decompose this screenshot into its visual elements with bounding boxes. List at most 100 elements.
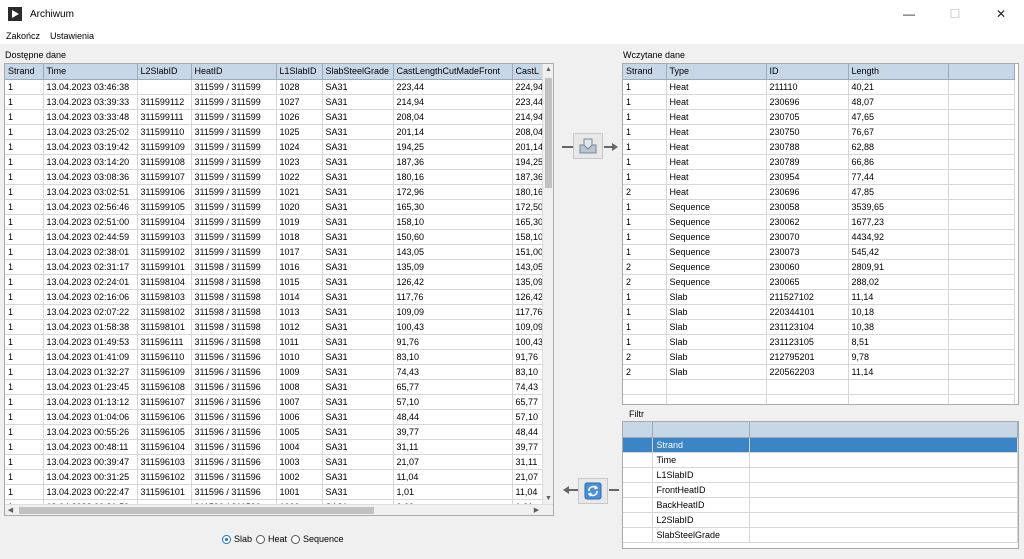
table-row[interactable]: 1 Heat 230789 66,86 (623, 154, 1015, 170)
table-row[interactable]: 1 13.04.2023 01:58:38 311598101 311598 / 31… (5, 319, 548, 335)
table-row[interactable]: 2 Slab 212795201 9,78 (623, 349, 1015, 365)
table-row[interactable]: 1 13.04.2023 02:51:00 311599104 311599 / 31… (5, 214, 548, 230)
table-row[interactable]: 1 Sequence 230073 545,42 (623, 244, 1015, 260)
hscroll-thumb[interactable] (19, 507, 374, 514)
filter-row[interactable]: Time (623, 452, 1018, 468)
filter-row[interactable]: FrontHeatID (623, 482, 1018, 498)
table-row[interactable]: 1 Heat 230788 62,88 (623, 139, 1015, 155)
table-row[interactable]: 1 13.04.2023 01:23:45 311596108 311596 / 31… (5, 379, 548, 395)
radio-circle-icon[interactable] (291, 534, 301, 544)
radio-circle-icon[interactable] (222, 534, 231, 544)
table-row[interactable] (623, 379, 1015, 395)
loaded-col-header[interactable]: Strand (623, 64, 667, 80)
scroll-left-icon[interactable]: ◀ (5, 505, 16, 515)
available-col-header[interactable]: HeatID (191, 64, 277, 80)
table-row[interactable]: 1 13.04.2023 02:38:01 311599102 311599 / 31… (5, 244, 548, 260)
table-row[interactable]: 1 13.04.2023 03:46:38 311599 / 311599 1028 S… (5, 79, 548, 95)
table-row[interactable]: 2 Heat 230696 47,85 (623, 184, 1015, 200)
table-row[interactable]: 1 13.04.2023 00:31:25 311596102 311596 / 31… (5, 469, 548, 485)
filter-field-value[interactable] (749, 482, 1018, 498)
table-row[interactable]: 1 Sequence 230062 1677,23 (623, 214, 1015, 230)
table-row[interactable]: 1 13.04.2023 01:49:53 311596111 311596 / 31… (5, 334, 548, 350)
available-data-hscroll[interactable]: ◀ ▶ (5, 504, 553, 515)
table-row[interactable]: 1 Slab 211527102 11,14 (623, 289, 1015, 305)
table-row[interactable]: 1 13.04.2023 02:16:06 311598103 311598 / 31… (5, 289, 548, 305)
table-row[interactable]: 1 13.04.2023 03:14:20 311599108 311599 / 31… (5, 154, 548, 170)
filter-field-value[interactable] (749, 512, 1018, 528)
table-row[interactable]: 1 Sequence 230070 4434,92 (623, 229, 1015, 245)
menu-item-zakoncz[interactable]: Zakończ (2, 31, 44, 41)
table-row[interactable]: 1 13.04.2023 02:07:22 311598102 311598 / 31… (5, 304, 548, 320)
table-row[interactable]: 1 13.04.2023 03:33:48 311599111 311599 / 31… (5, 109, 548, 125)
table-row[interactable]: 2 Sequence 230060 2809,91 (623, 259, 1015, 275)
filter-row[interactable]: L2SlabID (623, 512, 1018, 528)
available-data-vscroll[interactable]: ▲ ▼ (542, 64, 553, 515)
menu-item-ustawienia[interactable]: Ustawienia (46, 31, 98, 41)
filter-row[interactable]: BackHeatID (623, 497, 1018, 513)
table-row[interactable]: 1 13.04.2023 00:39:47 311596103 311596 / 31… (5, 454, 548, 470)
table-row[interactable]: 1 13.04.2023 01:04:06 311596106 311596 / 31… (5, 409, 548, 425)
table-row[interactable]: 1 13.04.2023 03:08:36 311599107 311599 / 31… (5, 169, 548, 185)
table-row[interactable]: 1 13.04.2023 03:02:51 311599106 311599 / 31… (5, 184, 548, 200)
filter-row[interactable]: L1SlabID (623, 467, 1018, 483)
available-col-header[interactable]: SlabSteelGrade (322, 64, 394, 80)
table-row[interactable]: 1 Slab 231123104 10,38 (623, 319, 1015, 335)
table-row[interactable]: 1 Slab 231123105 8,51 (623, 334, 1015, 350)
available-col-header[interactable]: L2SlabID (137, 64, 192, 80)
available-col-header[interactable]: Time (43, 64, 138, 80)
filter-grid[interactable]: Strand Time L1SlabID FrontHeatID BackHeatID L… (622, 421, 1019, 549)
filter-field-value[interactable] (749, 467, 1018, 483)
available-data-grid[interactable]: Strand Time L2SlabID HeatID L1SlabID SlabStee… (4, 63, 554, 516)
table-row[interactable]: 1 13.04.2023 02:24:01 311598104 311598 / 31… (5, 274, 548, 290)
filter-row[interactable]: SlabSteelGrade (623, 527, 1018, 543)
table-row[interactable]: 1 13.04.2023 03:39:33 311599112 311599 / 31… (5, 94, 548, 110)
table-row[interactable]: 1 13.04.2023 01:41:09 311596110 311596 / 31… (5, 349, 548, 365)
table-row[interactable]: 1 Slab 220344101 10,18 (623, 304, 1015, 320)
loaded-data-grid[interactable]: Strand Type ID Length 1 Heat 211110 40,21 1 Heat… (622, 63, 1019, 405)
table-row[interactable]: 1 Heat 230954 77,44 (623, 169, 1015, 185)
table-row[interactable]: 1 Heat 230705 47,65 (623, 109, 1015, 125)
filter-field-value[interactable] (749, 527, 1018, 543)
minimize-button[interactable]: — (886, 0, 932, 28)
radio-circle-icon[interactable] (256, 534, 266, 544)
table-row[interactable]: 1 13.04.2023 02:31:17 311599101 311598 / 31… (5, 259, 548, 275)
maximize-button[interactable]: ☐ (932, 0, 978, 28)
table-row[interactable]: 2 Slab 220562203 11,14 (623, 364, 1015, 380)
refresh-button[interactable] (578, 478, 608, 504)
loaded-col-header[interactable]: ID (766, 64, 849, 80)
filter-row[interactable]: Strand (623, 437, 1018, 453)
table-row[interactable]: 1 Sequence 230058 3539,65 (623, 199, 1015, 215)
scroll-down-icon[interactable]: ▼ (543, 493, 553, 504)
loaded-col-header[interactable]: Type (666, 64, 767, 80)
table-row[interactable]: 1 13.04.2023 00:48:11 311596104 311596 / 31… (5, 439, 548, 455)
table-row[interactable]: 1 Heat 211110 40,21 (623, 79, 1015, 95)
table-row[interactable]: 1 13.04.2023 01:13:12 311596107 311596 / 31… (5, 394, 548, 410)
vscroll-thumb[interactable] (545, 78, 552, 188)
load-button[interactable] (573, 133, 603, 159)
table-row[interactable]: 1 13.04.2023 00:22:47 311596101 311596 / 31… (5, 484, 548, 500)
scroll-up-icon[interactable]: ▲ (543, 64, 553, 75)
table-row[interactable]: 1 Heat 230696 48,07 (623, 94, 1015, 110)
radio-sequence[interactable]: Sequence (291, 534, 344, 544)
table-row[interactable]: 1 13.04.2023 03:19:42 311599109 311599 / 31… (5, 139, 548, 155)
table-row[interactable]: 1 13.04.2023 00:55:26 311596105 311596 / 31… (5, 424, 548, 440)
available-col-header[interactable]: CastLengthCutMadeFront (393, 64, 513, 80)
available-col-header[interactable]: L1SlabID (276, 64, 323, 80)
loaded-col-header[interactable]: Length (848, 64, 949, 80)
loaded-col-header[interactable] (948, 64, 1015, 80)
close-button[interactable]: ✕ (978, 0, 1024, 28)
table-row[interactable]: 1 13.04.2023 03:25:02 311599110 311599 / 31… (5, 124, 548, 140)
filter-field-value[interactable] (749, 437, 1018, 453)
scroll-right-icon[interactable]: ▶ (531, 505, 542, 515)
table-row[interactable]: 1 13.04.2023 02:56:46 311599105 311599 / 31… (5, 199, 548, 215)
available-col-header[interactable]: Strand (5, 64, 44, 80)
filter-field-value[interactable] (749, 497, 1018, 513)
table-row[interactable]: 2 Sequence 230065 288,02 (623, 274, 1015, 290)
table-row[interactable]: 1 Heat 230750 76,67 (623, 124, 1015, 140)
table-row[interactable]: 1 13.04.2023 01:32:27 311596109 311596 / 31… (5, 364, 548, 380)
radio-slab[interactable]: Slab (222, 534, 252, 544)
filter-field-value[interactable] (749, 452, 1018, 468)
radio-heat[interactable]: Heat (256, 534, 287, 544)
table-row[interactable]: 1 13.04.2023 02:44:59 311599103 311599 / 31… (5, 229, 548, 245)
table-row[interactable] (623, 394, 1015, 404)
